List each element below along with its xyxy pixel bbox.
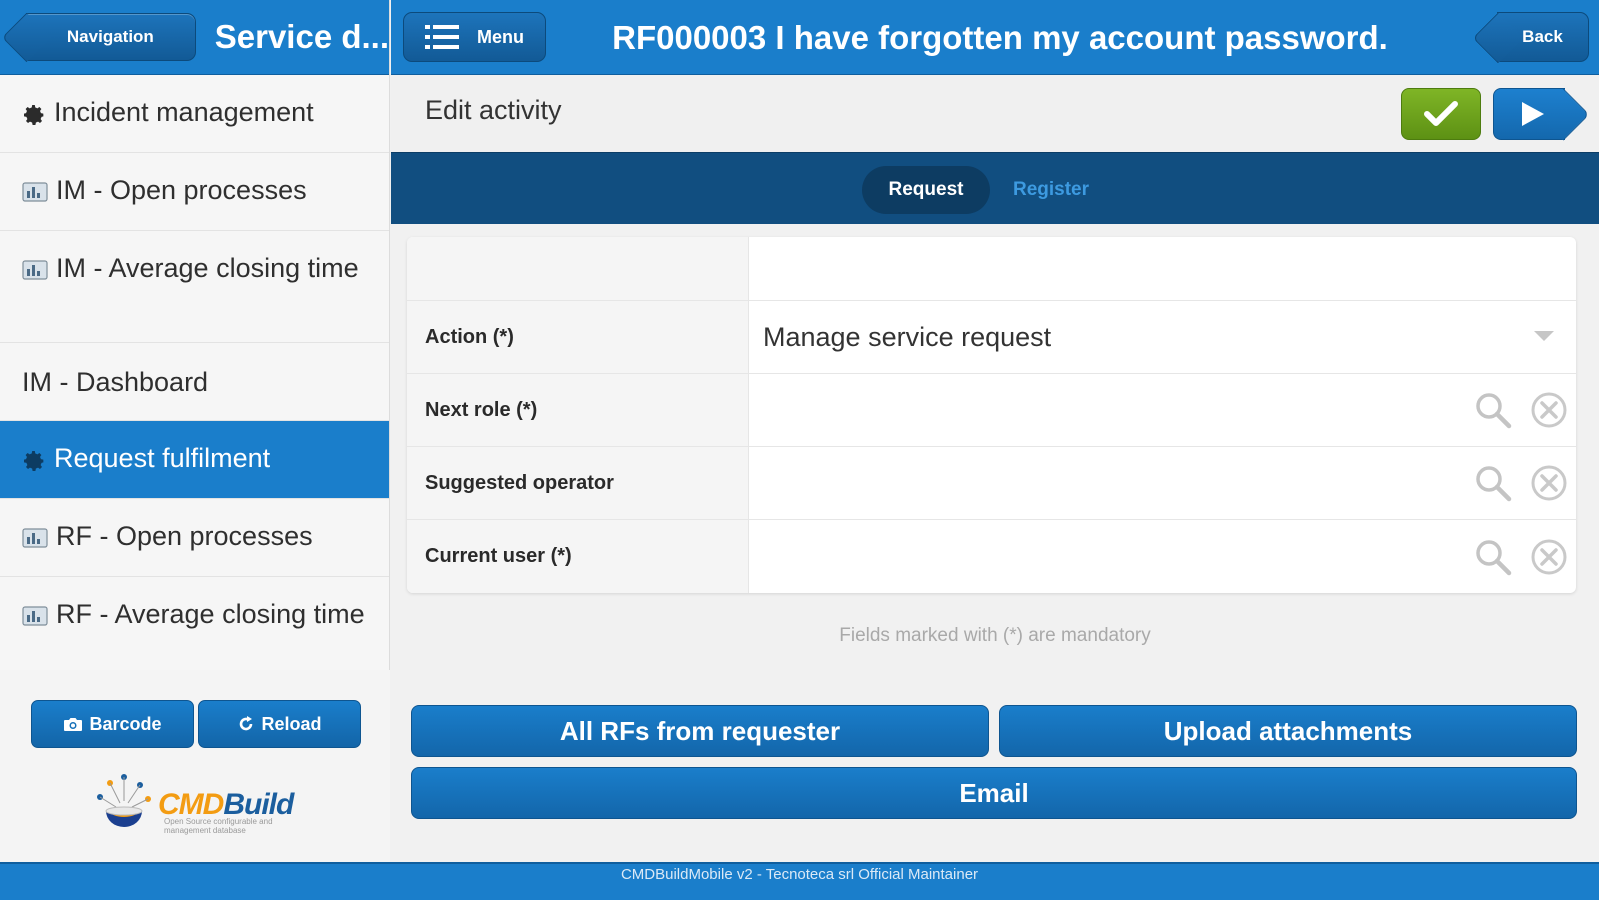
nav-item-im-open-processes[interactable]: IM - Open processes (0, 153, 389, 231)
navigation-panel: Navigation Service d... Incident managem… (0, 0, 390, 862)
field-icons (1474, 447, 1568, 519)
navigation-button-label: Navigation (66, 27, 154, 46)
suggested-operator-field[interactable] (749, 447, 1576, 519)
chart-icon (22, 260, 48, 280)
logo-subtitle: Open Source configurable and management … (164, 817, 273, 835)
nav-item-label: Request fulfilment (54, 443, 271, 473)
activity-form: Action (*) Manage service request Next r… (407, 237, 1576, 593)
nav-item-rf-average-closing-time[interactable]: RF - Average closing time (0, 577, 389, 669)
nav-item-label: Incident management (54, 97, 314, 127)
next-role-field[interactable] (749, 374, 1576, 446)
search-icon[interactable] (1474, 464, 1512, 502)
search-icon[interactable] (1474, 391, 1512, 429)
barcode-label: Barcode (89, 713, 162, 734)
barcode-button[interactable]: Barcode (31, 700, 194, 748)
clear-icon[interactable] (1530, 538, 1568, 576)
camera-icon (64, 718, 83, 731)
nav-item-incident-management[interactable]: Incident management (0, 75, 389, 153)
nav-item-im-average-closing-time[interactable]: IM - Average closing time (0, 231, 389, 343)
nav-item-request-fulfilment[interactable]: Request fulfilment (0, 421, 389, 499)
app-footer: CMDBuildMobile v2 - Tecnoteca srl Offici… (0, 862, 1599, 900)
logo-mark-icon (97, 774, 151, 827)
nav-item-rf-open-processes[interactable]: RF - Open processes (0, 499, 389, 577)
nav-item-im-dashboard[interactable]: IM - Dashboard (0, 343, 389, 421)
chevron-down-icon (1534, 331, 1554, 341)
clear-icon[interactable] (1530, 391, 1568, 429)
tab-bar: Request Register (391, 152, 1599, 224)
reload-button[interactable]: Reload (198, 700, 361, 748)
gear-icon (24, 105, 44, 125)
email-button[interactable]: Email (411, 767, 1577, 819)
chart-icon (22, 606, 48, 626)
nav-item-label: IM - Open processes (56, 175, 307, 205)
form-row-current-user: Current user (*) (407, 520, 1576, 593)
tab-request[interactable]: Request (862, 166, 990, 214)
navigation-list: Incident management IM - Open processes … (0, 75, 389, 669)
save-button[interactable] (1401, 88, 1481, 140)
action-select-value: Manage service request (763, 321, 1052, 352)
cmdbuild-logo: CMDBuild Open Source configurable and ma… (90, 765, 310, 845)
activity-toolbar: Edit activity (391, 75, 1599, 152)
nav-item-label: RF - Average closing time (56, 599, 365, 629)
field-icons (1474, 520, 1568, 593)
gear-icon (24, 451, 44, 471)
footer-text: CMDBuildMobile v2 - Tecnoteca srl Offici… (620, 866, 979, 883)
nav-item-label: IM - Dashboard (22, 367, 209, 397)
form-row-suggested-operator: Suggested operator (407, 447, 1576, 520)
reload-icon (240, 716, 253, 731)
navigation-back-button[interactable]: Navigation (26, 13, 196, 61)
field-label: Next role (*) (407, 374, 749, 446)
navigation-footer: Barcode Reload CMDBuild Open Source conf… (0, 670, 390, 862)
advance-button[interactable] (1493, 88, 1565, 140)
chart-icon (22, 528, 48, 548)
field-icons (1474, 374, 1568, 446)
navigation-header: Navigation Service d... (0, 0, 389, 75)
search-icon[interactable] (1474, 538, 1512, 576)
tab-register[interactable]: Register (991, 166, 1111, 214)
back-label: Back (1522, 27, 1563, 46)
main-panel: Menu RF000003 I have forgotten my accoun… (391, 0, 1599, 862)
page-title: RF000003 I have forgotten my account pas… (612, 19, 1388, 56)
field-label: Current user (*) (407, 520, 749, 593)
reload-label: Reload (261, 713, 322, 734)
nav-item-label: IM - Average closing time (56, 253, 359, 283)
top-bar: Menu RF000003 I have forgotten my accoun… (391, 0, 1599, 75)
nav-item-label: RF - Open processes (56, 521, 313, 551)
current-user-field[interactable] (749, 520, 1576, 593)
form-row-next-role: Next role (*) (407, 374, 1576, 447)
field-label: Suggested operator (407, 447, 749, 519)
upload-attachments-button[interactable]: Upload attachments (999, 705, 1577, 757)
action-select[interactable]: Manage service request (749, 301, 1576, 373)
all-rfs-from-requester-button[interactable]: All RFs from requester (411, 705, 989, 757)
form-row-unlabeled (407, 237, 1576, 301)
play-icon (1521, 102, 1544, 126)
navigation-title: Service d... (214, 18, 389, 55)
textarea-field[interactable] (749, 237, 1576, 300)
checkmark-icon (1424, 101, 1458, 126)
back-button[interactable]: Back (1497, 12, 1589, 62)
field-label: Action (*) (407, 301, 749, 373)
mandatory-note: Fields marked with (*) are mandatory (839, 625, 1151, 646)
field-label (407, 237, 749, 300)
activity-title: Edit activity (425, 95, 562, 125)
chart-icon (22, 182, 48, 202)
clear-icon[interactable] (1530, 464, 1568, 502)
form-row-action: Action (*) Manage service request (407, 301, 1576, 374)
